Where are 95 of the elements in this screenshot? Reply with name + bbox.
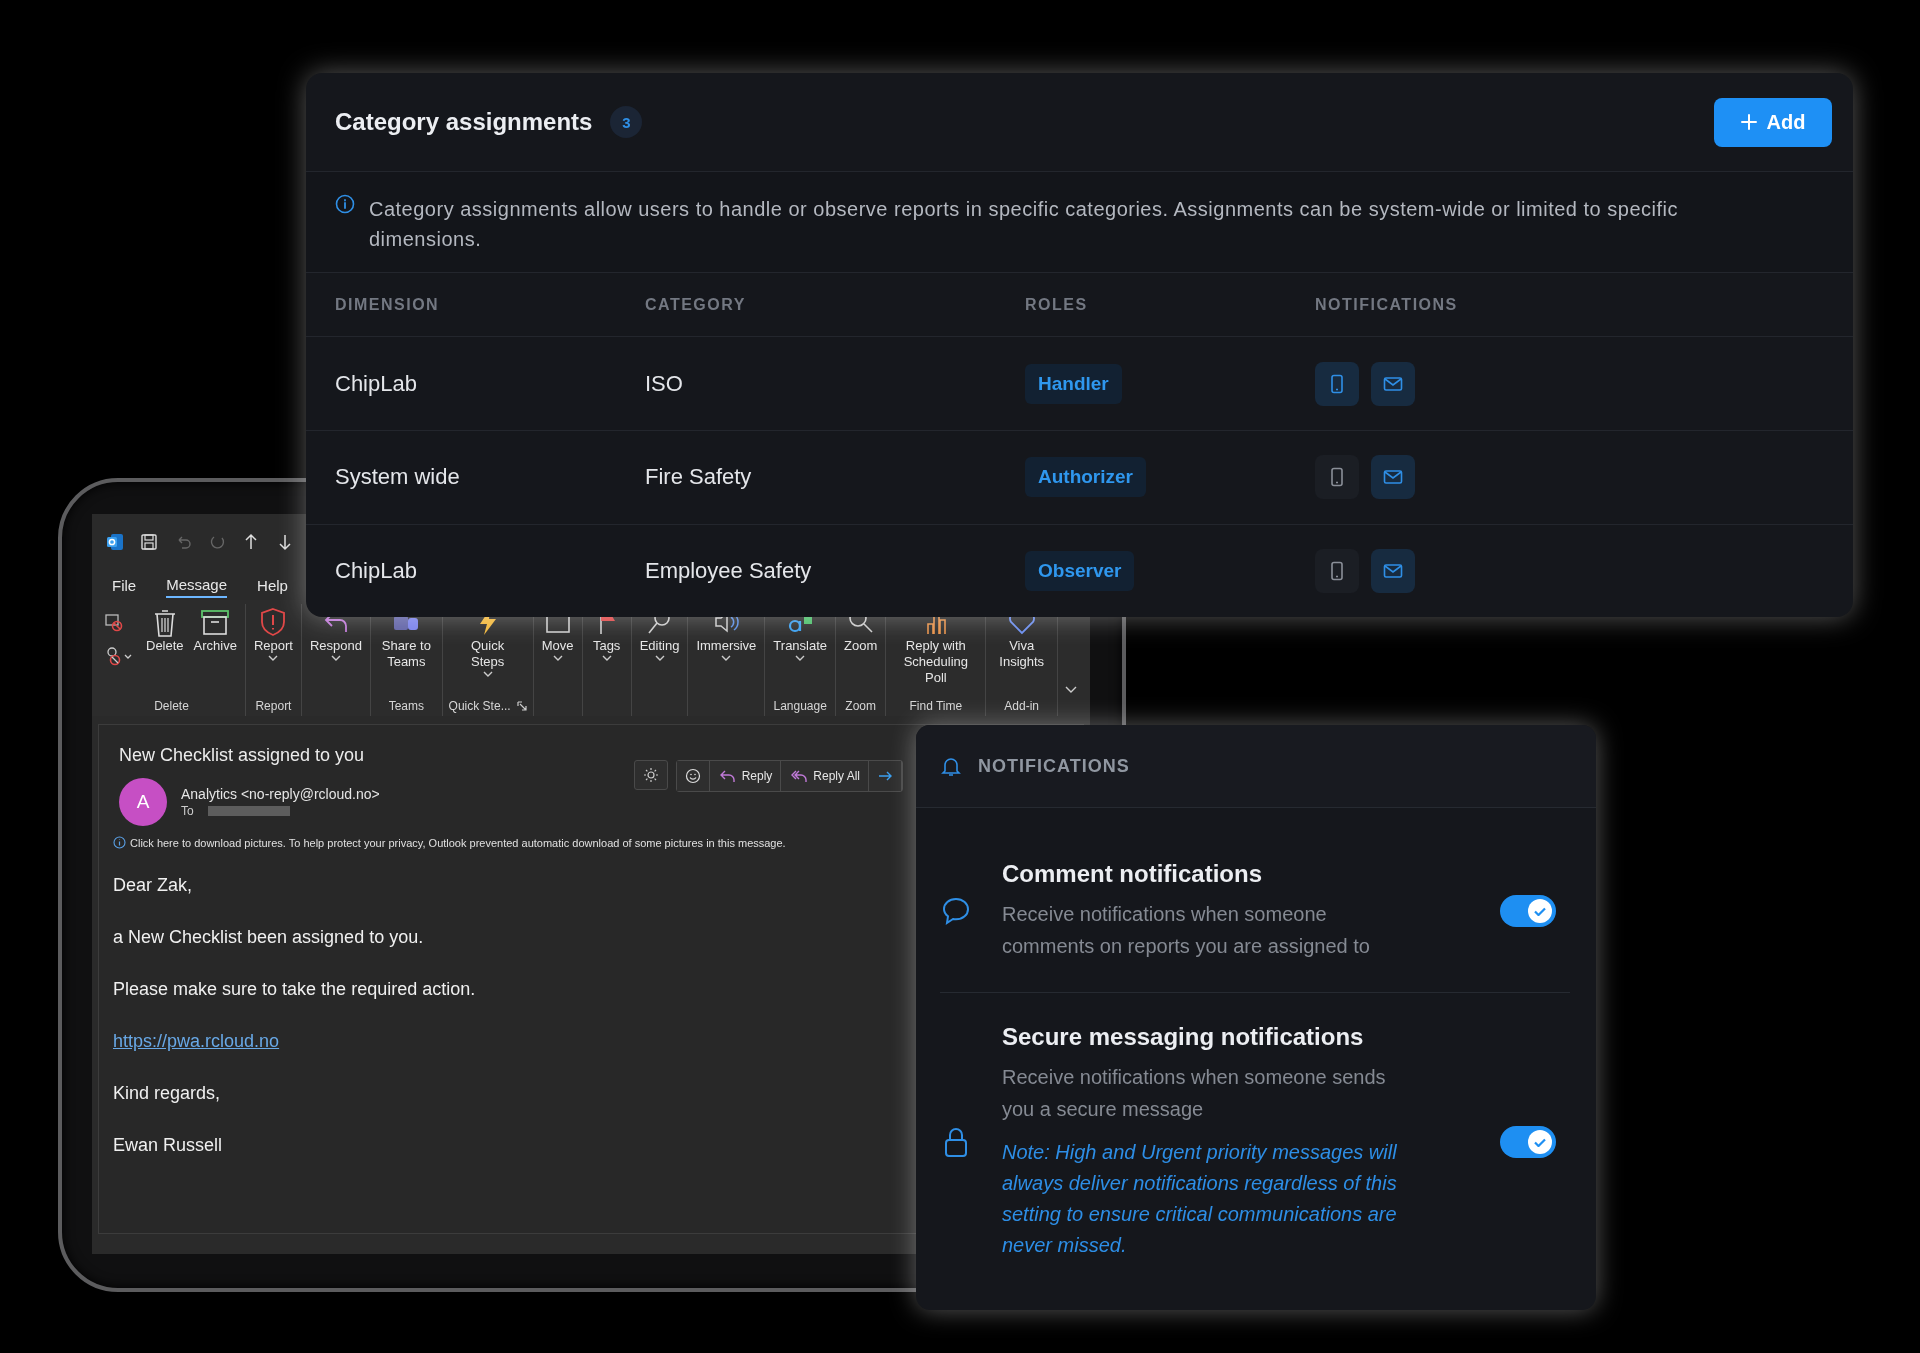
table-cell-text: Fire Safety — [645, 464, 753, 491]
column-header: CATEGORY — [645, 295, 747, 314]
table-cell-text: ChipLab — [335, 557, 418, 584]
ribbon-button[interactable]: Move — [539, 604, 576, 696]
role-tag: Authorizer — [1025, 457, 1146, 498]
setting-title: Comment notifications — [1002, 860, 1263, 888]
role-tag: Observer — [1025, 550, 1135, 591]
column-header: NOTIFICATIONS — [1315, 295, 1459, 314]
ribbon-group-label: Language — [773, 699, 827, 713]
down-arrow-icon[interactable] — [276, 533, 294, 551]
check-icon — [1534, 906, 1546, 916]
email-toggle-button[interactable] — [1371, 361, 1415, 406]
ribbon-group-label: Zoom — [845, 699, 876, 713]
info-icon — [113, 836, 126, 849]
ribbon-button[interactable]: Share to Teams — [377, 604, 436, 696]
ribbon-group-label: Teams — [388, 699, 424, 713]
email-toggle-button[interactable] — [1371, 548, 1415, 593]
ribbon-button[interactable]: Quick Steps — [450, 604, 525, 696]
reply-button[interactable]: Reply — [709, 761, 782, 791]
ribbon-button[interactable]: Editing — [637, 604, 682, 696]
ribbon-group-label: Add-in — [1004, 699, 1040, 713]
email-paragraph: a New Checklist been assigned to you. — [113, 927, 424, 948]
setting-description: Receive notifications when someone comments on reports you are assigned to — [1002, 902, 1371, 959]
email-link[interactable]: https://pwa.rcloud.no — [113, 1031, 280, 1052]
column-header: ROLES — [1025, 295, 1089, 314]
ribbon-button[interactable]: Report — [251, 604, 295, 696]
panel-title: Category assignments — [335, 108, 593, 137]
emoji-button[interactable] — [676, 761, 710, 791]
table-cell-text: Employee Safety — [645, 557, 813, 584]
setting-note: Note: High and Urgent priority messages will always deliver notifications regardless of this setting to ensure critical communications are never missed. — [1002, 1140, 1398, 1258]
column-header: DIMENSION — [335, 295, 441, 314]
mail-app-logo-icon[interactable] — [106, 533, 124, 551]
reply-all-button[interactable]: Reply All — [781, 761, 870, 791]
info-icon — [335, 194, 355, 215]
sms-toggle-button[interactable] — [1315, 361, 1359, 406]
setting-title: Secure messaging notifications — [1002, 1023, 1365, 1051]
plus-icon — [1740, 114, 1757, 131]
count-badge: 3 — [610, 106, 643, 139]
ribbon-button[interactable]: Archive — [191, 604, 239, 696]
caret-icon — [720, 654, 733, 662]
ribbon-button[interactable]: Viva Insights — [992, 604, 1051, 696]
email-paragraph: Dear Zak, — [113, 875, 193, 896]
speech-bubble-icon — [940, 895, 972, 927]
collapse-caret-icon[interactable] — [1064, 684, 1078, 694]
ribbon-group-label: Report — [255, 699, 292, 713]
to-label: To — [181, 804, 194, 818]
caret-icon — [267, 654, 280, 662]
ribbon-button[interactable]: Immersive — [694, 604, 759, 696]
table-cell-text: ISO — [645, 370, 684, 397]
email-paragraph: Ewan Russell — [113, 1135, 223, 1156]
forward-button[interactable] — [869, 761, 903, 791]
email-paragraph: Please make sure to take the required action. — [113, 979, 476, 1000]
toggle-switch[interactable] — [1500, 895, 1556, 927]
sms-toggle-button[interactable] — [1315, 548, 1359, 593]
blocked-person-icon[interactable] — [104, 646, 132, 666]
email-toggle-button[interactable] — [1371, 455, 1415, 500]
sun-icon — [642, 767, 659, 783]
email-paragraph: Kind regards, — [113, 1083, 221, 1104]
check-icon — [1534, 1137, 1546, 1147]
ribbon-button[interactable]: Translate — [771, 604, 830, 696]
reply-all-arrow-icon — [789, 768, 808, 784]
blocked-sender-icon[interactable] — [104, 612, 124, 632]
caret-icon — [600, 654, 613, 662]
bell-icon — [940, 755, 962, 777]
download-pictures-notice[interactable]: Click here to download pictures. To help protect your privacy, Outlook prevented automatic download of some pictures in this message. — [130, 836, 786, 849]
panel-title: NOTIFICATIONS — [978, 755, 1130, 777]
smiley-icon — [684, 768, 701, 784]
ribbon-button[interactable]: Respond — [307, 604, 364, 696]
brightness-button[interactable] — [633, 760, 668, 790]
ribbon-group-label: Quick Ste... — [448, 699, 511, 713]
toggle-switch[interactable] — [1500, 1126, 1556, 1158]
sender-address: Analytics <no-reply@rcloud.no> — [181, 786, 380, 802]
ribbon-button[interactable]: Zoom — [842, 604, 880, 696]
caret-icon — [653, 654, 666, 662]
ribbon-button[interactable]: Delete — [144, 604, 186, 696]
setting-description: Receive notifications when someone sends you a secure message — [1002, 1065, 1387, 1122]
table-cell-text: System wide — [335, 464, 461, 491]
ribbon-group-label: Find Time — [909, 699, 963, 713]
role-tag: Handler — [1025, 363, 1122, 404]
caret-icon — [330, 654, 342, 662]
avatar: A — [119, 778, 167, 826]
menu-tab[interactable]: Help — [257, 573, 288, 597]
ribbon-button[interactable]: Tags — [588, 604, 625, 696]
ribbon-group-label: Delete — [154, 699, 189, 713]
table-cell-text: ChipLab — [335, 370, 418, 397]
ribbon-button[interactable]: Reply with Scheduling Poll — [892, 604, 980, 696]
sms-toggle-button[interactable] — [1315, 455, 1359, 500]
menu-tab[interactable]: Message — [166, 572, 228, 598]
caret-icon — [481, 670, 494, 678]
caret-icon — [551, 654, 564, 662]
dialog-launcher-icon[interactable] — [516, 701, 527, 711]
menu-tab[interactable]: File — [112, 573, 137, 597]
save-icon[interactable] — [140, 533, 158, 551]
info-text: Category assignments allow users to handle or observe reports in specific categories. Assignments can be system-wide or limited to specific dimensions. — [369, 197, 1679, 253]
caret-icon — [794, 654, 807, 662]
